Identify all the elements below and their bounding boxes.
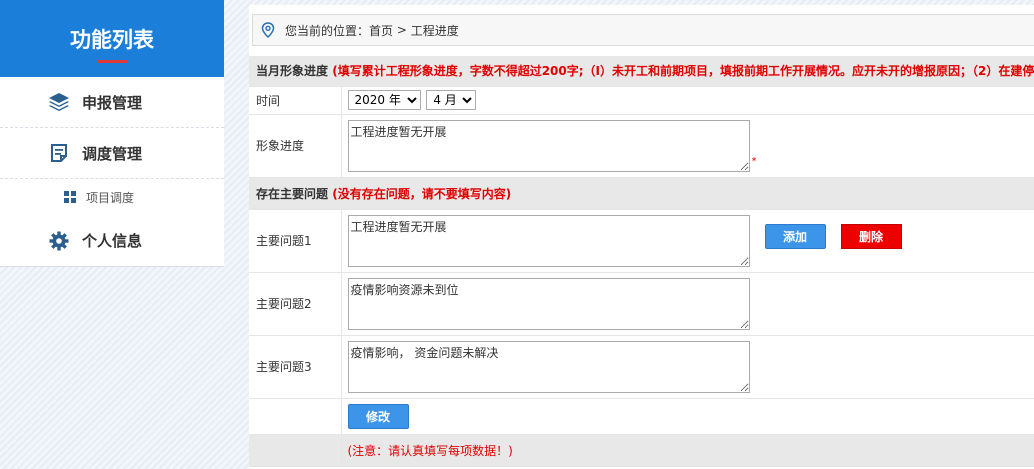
section-main-issues: 存在主要问题 (没有存在问题，请不要填写内容)	[249, 177, 1034, 210]
sidebar-subitem-label: 项目调度	[86, 190, 135, 205]
issue-row: 主要问题2	[249, 272, 1034, 336]
time-label: 时间	[249, 86, 342, 115]
sidebar-item-label: 申报管理	[82, 93, 143, 112]
issue-row: 主要问题1 添加 删除	[249, 209, 1034, 273]
sidebar-item-scheduling[interactable]: 调度管理	[0, 128, 224, 179]
month-select[interactable]: 4 月	[426, 90, 477, 110]
section-note: (填写累计工程形象进度，字数不得超过200字;（Ⅰ）未开工和前期项目，填报前期工…	[332, 64, 1034, 79]
sidebar-item-label: 调度管理	[82, 144, 143, 163]
issue-label: 主要问题2	[249, 272, 342, 336]
issue-label: 主要问题1	[249, 209, 342, 273]
issue-textarea[interactable]	[347, 214, 750, 267]
delete-button[interactable]: 删除	[840, 223, 902, 249]
sidebar-item-label: 个人信息	[82, 232, 143, 250]
breadcrumb: 您当前的位置： 首页 > 工程进度	[252, 14, 1034, 46]
issue-label: 主要问题3	[249, 335, 342, 399]
edit-button[interactable]: 修改	[347, 403, 409, 429]
sidebar-item-personal-info[interactable]: 个人信息	[0, 215, 224, 267]
section-monthly-progress: 当月形象进度 (填写累计工程形象进度，字数不得超过200字;（Ⅰ）未开工和前期项…	[249, 56, 1034, 87]
location-pin-icon	[261, 22, 275, 38]
section-label: 当月形象进度	[256, 64, 329, 79]
sidebar-title: 功能列表	[70, 28, 154, 52]
breadcrumb-home-link[interactable]: 首页	[369, 22, 393, 39]
issue-textarea[interactable]	[347, 340, 750, 393]
progress-row: 形象进度 *	[249, 114, 1034, 178]
gear-icon	[48, 230, 70, 252]
breadcrumb-separator: >	[393, 23, 411, 37]
layers-icon	[48, 91, 70, 113]
breadcrumb-prefix: 您当前的位置：	[285, 23, 370, 38]
issue-row: 主要问题3	[249, 335, 1034, 399]
footer-note: (注意：请认真填写每项数据！)	[347, 443, 513, 458]
progress-label: 形象进度	[249, 114, 342, 178]
time-row: 时间 2020 年 4 月	[249, 86, 1034, 115]
year-select[interactable]: 2020 年	[347, 90, 421, 110]
sidebar-header: 功能列表	[0, 0, 224, 77]
issue-textarea[interactable]	[347, 277, 750, 330]
sidebar: 功能列表 申报管理 调度管理 项目调度 个人信息	[0, 0, 224, 267]
section-label: 存在主要问题	[256, 186, 329, 201]
main-panel: 您当前的位置： 首页 > 工程进度 当月形象进度 (填写累计工程形象进度，字数不…	[249, 5, 1034, 469]
sidebar-subitem-project-scheduling[interactable]: 项目调度	[0, 179, 224, 215]
breadcrumb-current: 工程进度	[410, 23, 459, 38]
sidebar-item-declaration[interactable]: 申报管理	[0, 77, 224, 128]
section-note: (没有存在问题，请不要填写内容)	[332, 186, 512, 201]
actions-row: 修改	[249, 398, 1034, 435]
footer-row: (注意：请认真填写每项数据！)	[249, 434, 1034, 467]
progress-form: 当月形象进度 (填写累计工程形象进度，字数不得超过200字;（Ⅰ）未开工和前期项…	[249, 56, 1034, 467]
grid-icon	[64, 191, 76, 203]
document-icon	[48, 142, 70, 164]
title-underline	[97, 60, 127, 63]
add-button[interactable]: 添加	[764, 223, 826, 249]
required-mark: *	[751, 155, 757, 167]
progress-textarea[interactable]	[347, 119, 750, 172]
